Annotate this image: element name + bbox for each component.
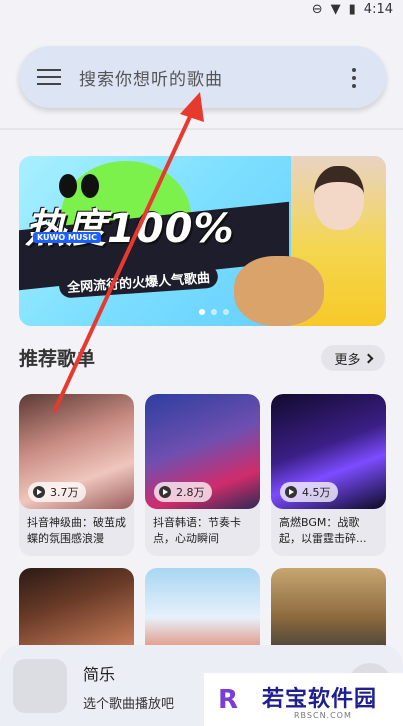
playlist-title: 抖音韩语：节奏卡点，心动瞬间 [153,516,241,545]
search-bar[interactable]: 搜索你想听的歌曲 [19,46,386,108]
player-hint: 选个歌曲播放吧 [83,697,175,712]
play-count-badge: 4.5万 [280,482,338,502]
banner-bear [234,256,324,326]
play-count-badge: 2.8万 [154,482,212,502]
wifi-icon: ▼ [330,2,341,17]
status-time: 4:14 [363,2,393,17]
banner-brand: KUWO MUSIC [33,232,102,243]
divider [0,128,403,130]
watermark-logo: R [218,685,239,715]
promo-banner[interactable]: 热度100% KUWO MUSIC 全网流行的火爆人气歌曲 [19,156,386,326]
play-count-badge: 3.7万 [28,482,86,502]
battery-icon: ▮ [348,2,356,17]
more-options-icon[interactable] [352,68,358,92]
banner-page-indicator [199,309,229,315]
play-icon [33,486,45,498]
dnd-icon: ⊖ [311,2,323,17]
play-count: 3.7万 [50,486,79,499]
playlist-title: 高燃BGM：战歌起，以雷霆击碎... [279,516,367,545]
watermark-name: 若宝软件园 [262,687,378,712]
banner-dot-active [199,309,205,315]
more-button[interactable]: 更多 [321,345,385,371]
banner-dot [211,309,217,315]
play-icon [159,486,171,498]
playlist-card[interactable]: 4.5万 高燃BGM：战歌起，以雷霆击碎... [271,394,386,556]
playlist-card[interactable]: 2.8万 抖音韩语：节奏卡点，心动瞬间 [145,394,260,556]
playlist-title: 抖音神级曲：破茧成蝶的氛围感浪漫 [27,516,126,545]
banner-dot [223,309,229,315]
status-bar: ⊖ ▼ ▮ 4:14 [0,0,403,22]
play-count: 2.8万 [176,486,205,499]
player-app-name: 简乐 [83,665,116,684]
player-album-art [13,659,67,713]
menu-icon[interactable] [37,66,61,88]
play-count: 4.5万 [302,486,331,499]
section-title: 推荐歌单 [19,348,96,370]
search-placeholder[interactable]: 搜索你想听的歌曲 [79,65,223,90]
chevron-right-icon [363,353,373,363]
banner-face [314,166,364,230]
play-icon [285,486,297,498]
banner-headline: 热度100% [25,206,235,252]
playlist-card[interactable]: 3.7万 抖音神级曲：破茧成蝶的氛围感浪漫 [19,394,134,556]
watermark: R 若宝软件园 RBSCN.COM [204,673,403,726]
more-label: 更多 [334,352,361,368]
watermark-domain: RBSCN.COM [294,711,352,720]
